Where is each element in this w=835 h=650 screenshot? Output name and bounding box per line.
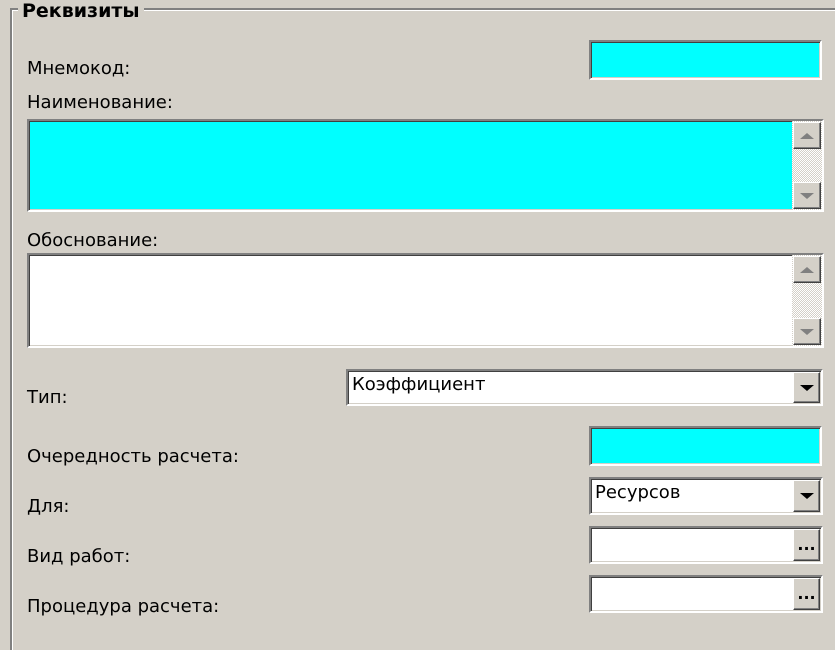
work-type-browse-button[interactable]: ... [793,529,820,561]
name-scroll-up-button[interactable] [793,122,821,149]
for-dropdown-button[interactable] [793,480,820,512]
name-label: Наименование: [27,92,173,113]
chevron-down-icon [799,384,814,391]
chevron-down-icon [799,493,814,499]
justification-scrollbar[interactable] [792,255,822,346]
name-scroll-down-button[interactable] [793,182,821,209]
calc-procedure-label: Процедура расчета: [27,596,220,617]
mnemocode-input[interactable] [589,40,822,80]
justification-label: Обоснование: [27,230,159,251]
name-scrollbar[interactable] [792,121,822,210]
calc-order-label: Очередность расчета: [27,446,239,467]
type-dropdown-button[interactable] [793,372,820,403]
arrow-up-icon [800,132,814,139]
justification-scroll-up-button[interactable] [793,256,821,283]
type-label: Тип: [27,387,68,408]
justification-textarea[interactable] [27,253,824,348]
arrow-up-icon [800,266,814,273]
work-type-input[interactable]: ... [589,526,823,564]
for-value: Ресурсов [595,482,681,503]
for-label: Для: [27,496,70,517]
work-type-label: Вид работ: [27,546,131,567]
calc-procedure-browse-button[interactable]: ... [793,578,820,610]
for-combobox[interactable]: Ресурсов [589,477,823,515]
group-title: Реквизиты [18,0,144,22]
justification-scroll-down-button[interactable] [793,318,821,345]
arrow-down-icon [800,192,814,199]
type-combobox[interactable]: Коэффициент [346,369,823,406]
type-value: Коэффициент [352,374,486,395]
mnemocode-label: Мнемокод: [27,58,131,79]
calc-order-input[interactable] [589,426,822,466]
name-textarea[interactable] [27,119,824,212]
calc-procedure-input[interactable]: ... [589,575,823,613]
arrow-down-icon [800,328,814,335]
